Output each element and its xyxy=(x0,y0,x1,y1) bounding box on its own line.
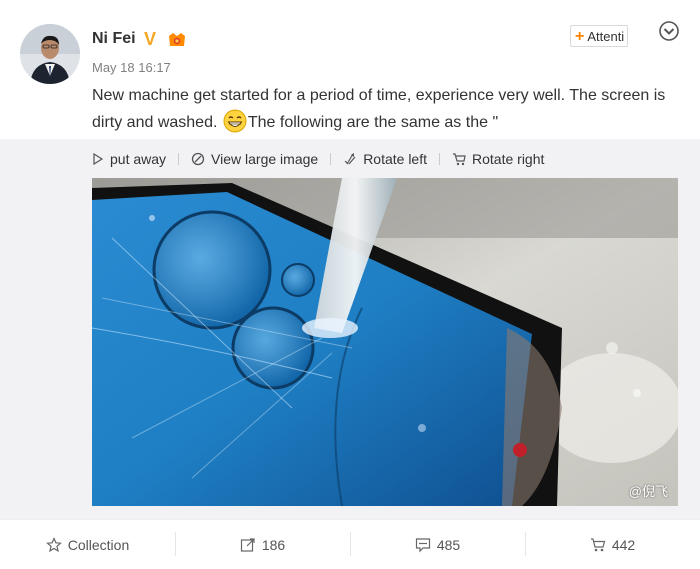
rotate-left-label: Rotate left xyxy=(363,151,428,167)
author-name[interactable]: Ni Fei xyxy=(92,30,136,48)
comment-count: 485 xyxy=(436,536,461,553)
rotate-right-button[interactable]: Rotate right xyxy=(452,151,544,167)
follow-label: Attenti xyxy=(587,29,625,44)
post-text-tail: The following are the same as the " xyxy=(247,114,499,131)
member-badge-icon xyxy=(167,31,187,48)
plus-icon: + xyxy=(575,28,585,45)
view-large-image-label: View large image xyxy=(211,151,319,167)
post-text: New machine get started for a period of … xyxy=(92,82,692,136)
forward-button[interactable]: 186 xyxy=(175,520,350,569)
weibo-post-card: Ni Fei V May 18 16:17 + Attenti New machi… xyxy=(0,0,700,569)
comment-icon xyxy=(415,537,430,552)
follow-button[interactable]: + Attenti xyxy=(570,25,628,47)
post-timestamp[interactable]: May 18 16:17 xyxy=(92,60,171,75)
forward-count: 186 xyxy=(261,536,286,553)
magnifier-icon xyxy=(191,152,205,166)
action-bar: Collection 186 485 442 xyxy=(0,519,700,569)
media-toolbar: put away View large image Rotate left Ro… xyxy=(92,150,544,168)
rotate-left-icon xyxy=(344,153,356,165)
toolbar-divider xyxy=(178,153,180,165)
toolbar-divider xyxy=(330,153,332,165)
comment-button[interactable]: 485 xyxy=(350,520,525,569)
toolbar-divider xyxy=(439,153,441,165)
collection-button[interactable]: Collection xyxy=(0,520,175,569)
share-icon xyxy=(240,537,255,552)
star-icon xyxy=(45,536,62,552)
rotate-right-label: Rotate right xyxy=(472,151,545,167)
grin-emoji-icon xyxy=(223,109,247,133)
rotate-right-icon xyxy=(453,153,466,166)
cart-icon xyxy=(590,537,606,551)
rotate-left-button[interactable]: Rotate left xyxy=(343,151,427,167)
view-large-image-button[interactable]: View large image xyxy=(191,151,318,167)
put-away-label: put away xyxy=(110,151,167,167)
play-triangle-icon xyxy=(93,153,104,165)
verified-badge-icon: V xyxy=(144,29,157,49)
put-away-button[interactable]: put away xyxy=(92,151,166,167)
like-button[interactable]: 442 xyxy=(525,520,700,569)
post-photo[interactable]: @倪飞 xyxy=(92,178,678,506)
phone-under-water-image xyxy=(92,178,678,506)
chevron-down-icon[interactable] xyxy=(658,20,680,42)
collection-label: Collection xyxy=(67,536,130,553)
like-count: 442 xyxy=(611,536,636,553)
photo-watermark: @倪飞 xyxy=(628,484,668,499)
avatar[interactable] xyxy=(20,24,80,84)
